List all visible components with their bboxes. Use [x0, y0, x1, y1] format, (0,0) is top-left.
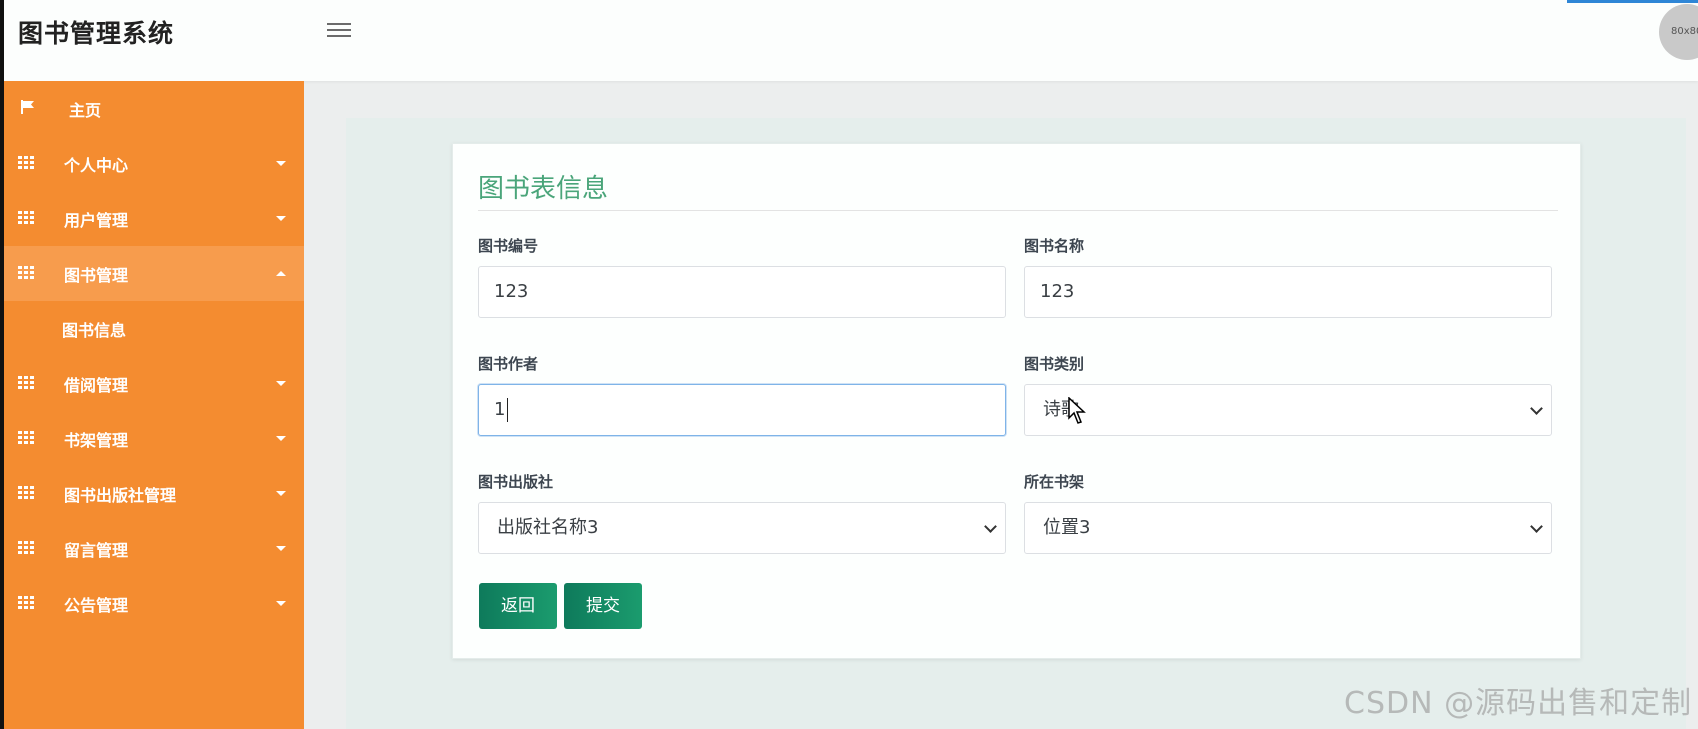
- grid-icon: [18, 211, 36, 225]
- grid-icon: [18, 376, 36, 390]
- grid-icon: [18, 596, 36, 610]
- text-cursor: [507, 398, 509, 422]
- title-divider: [478, 210, 1558, 211]
- category-select[interactable]: 诗歌: [1024, 384, 1552, 436]
- mouse-pointer-icon: [1068, 397, 1086, 424]
- author-input[interactable]: 1: [478, 384, 1006, 436]
- top-accent-bar: [1567, 0, 1698, 3]
- submit-button[interactable]: 提交: [564, 583, 642, 629]
- sidebar-item-personal-center[interactable]: 个人中心: [4, 136, 304, 191]
- author-label: 图书作者: [478, 355, 539, 373]
- sidebar-item-shelf-management[interactable]: 书架管理: [4, 411, 304, 466]
- sidebar-item-notice-management[interactable]: 公告管理: [4, 576, 304, 631]
- category-label: 图书类别: [1024, 355, 1085, 373]
- chevron-down-icon: [1530, 520, 1543, 533]
- caret-down-icon: [276, 216, 286, 221]
- publisher-select[interactable]: 出版社名称3: [478, 502, 1006, 554]
- sidebar-item-label: 借阅管理: [64, 375, 129, 395]
- sidebar-item-label: 图书出版社管理: [64, 485, 177, 505]
- caret-down-icon: [276, 601, 286, 606]
- sidebar-item-label: 书架管理: [64, 430, 129, 450]
- sidebar-item-borrow-management[interactable]: 借阅管理: [4, 356, 304, 411]
- sidebar-subitem-book-info[interactable]: 图书信息: [4, 301, 304, 356]
- sidebar-item-label: 用户管理: [64, 210, 129, 230]
- sidebar-item-book-management[interactable]: 图书管理: [4, 246, 304, 301]
- publisher-label: 图书出版社: [478, 473, 554, 491]
- grid-icon: [18, 266, 36, 280]
- caret-down-icon: [276, 161, 286, 166]
- sidebar-item-user-management[interactable]: 用户管理: [4, 191, 304, 246]
- back-button[interactable]: 返回: [479, 583, 557, 629]
- sidebar-item-label: 主页: [69, 100, 102, 120]
- caret-down-icon: [276, 546, 286, 551]
- app-title: 图书管理系统: [18, 19, 175, 48]
- caret-down-icon: [276, 491, 286, 496]
- sidebar-item-label: 个人中心: [64, 155, 129, 175]
- book-name-input[interactable]: 123: [1024, 266, 1552, 318]
- menu-toggle-icon[interactable]: [326, 20, 352, 42]
- book-no-label: 图书编号: [478, 237, 539, 255]
- grid-icon: [18, 541, 36, 555]
- sidebar-item-message-management[interactable]: 留言管理: [4, 521, 304, 576]
- shelf-select-value: 位置3: [1043, 517, 1091, 538]
- chevron-down-icon: [1530, 402, 1543, 415]
- publisher-select-value: 出版社名称3: [497, 517, 599, 538]
- form-title: 图书表信息: [478, 174, 609, 204]
- shelf-label: 所在书架: [1024, 473, 1085, 491]
- grid-icon: [18, 431, 36, 445]
- shelf-select[interactable]: 位置3: [1024, 502, 1552, 554]
- sidebar-item-label: 图书管理: [64, 265, 129, 285]
- sidebar: 主页 个人中心 用户管理 图书管理 图书信息 借阅管理 书架管理 图书出版社管理…: [4, 81, 304, 729]
- author-input-value: 1: [494, 399, 506, 420]
- caret-down-icon: [276, 436, 286, 441]
- sidebar-item-publisher-management[interactable]: 图书出版社管理: [4, 466, 304, 521]
- chevron-down-icon: [984, 520, 997, 533]
- grid-icon: [18, 156, 36, 170]
- sidebar-item-label: 公告管理: [64, 595, 129, 615]
- caret-down-icon: [276, 381, 286, 386]
- book-name-label: 图书名称: [1024, 237, 1085, 255]
- book-no-input[interactable]: 123: [478, 266, 1006, 318]
- sidebar-item-home[interactable]: 主页: [4, 81, 304, 136]
- caret-up-icon: [276, 271, 286, 276]
- sidebar-item-label: 留言管理: [64, 540, 129, 560]
- watermark: CSDN @源码出售和定制: [1344, 686, 1693, 721]
- top-header: 图书管理系统: [4, 0, 1698, 81]
- book-form-card: 图书表信息 图书编号 123 图书名称 123 图书作者 1 图书类别 诗歌 图…: [452, 143, 1581, 659]
- flag-icon: [21, 100, 34, 114]
- grid-icon: [18, 486, 36, 500]
